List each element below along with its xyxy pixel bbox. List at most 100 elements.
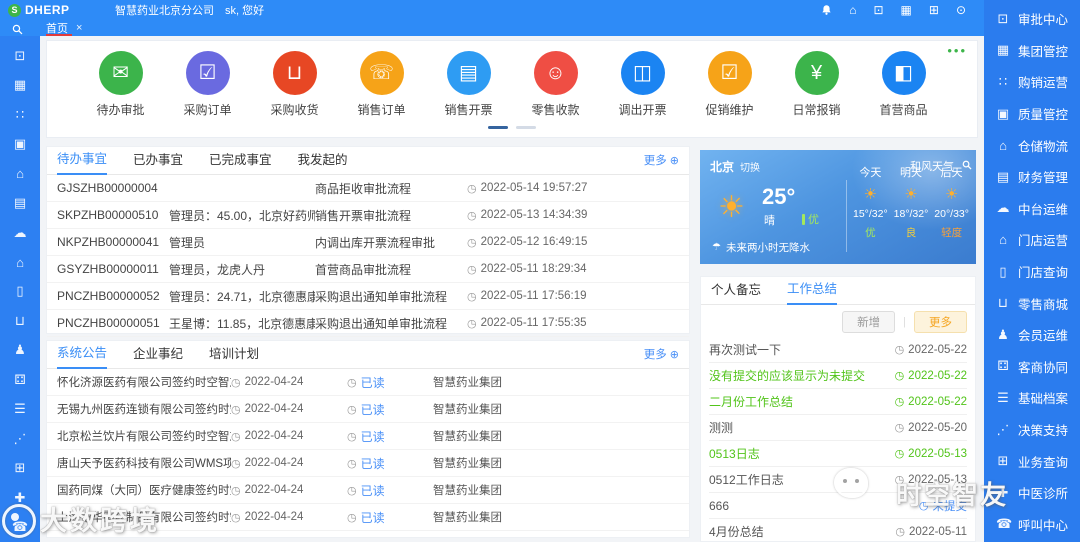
- sidebar-item[interactable]: ▣ 质量管控: [984, 98, 1080, 130]
- table-row[interactable]: PNCZHB00000051 王星博：11.85，北京德惠康医药... 采购退出…: [47, 310, 689, 337]
- more-actions-icon[interactable]: •••: [947, 43, 967, 58]
- list-item[interactable]: 0512工作日志 ◷2022-05-13: [709, 467, 967, 493]
- sidebar-item[interactable]: ✚ 中医诊所: [984, 477, 1080, 509]
- store-icon[interactable]: ⌂: [0, 247, 40, 276]
- home-icon[interactable]: ⌂: [849, 4, 856, 16]
- building-icon[interactable]: ▦: [0, 70, 40, 99]
- quick-action[interactable]: ¥ 日常报销: [782, 51, 852, 118]
- todo-more-link[interactable]: 更多⊕: [644, 152, 679, 168]
- quick-action[interactable]: ☑ 采购订单: [173, 51, 243, 118]
- list-item[interactable]: 4月份总结 ◷2022-05-11: [709, 519, 967, 542]
- sidebar-item[interactable]: ▤ 财务管理: [984, 161, 1080, 193]
- table-row[interactable]: 无锡九州医药连锁有限公司签约时空智友信息 ◷2022-04-24 ◷已读 智慧药…: [47, 396, 689, 423]
- monitor-icon[interactable]: ⊡: [0, 41, 40, 70]
- sidebar-item[interactable]: ⋰ 决策支持: [984, 414, 1080, 446]
- tab-home[interactable]: 首页 ×: [46, 20, 82, 36]
- power-icon[interactable]: ⊙: [956, 4, 966, 16]
- add-button[interactable]: 新增: [842, 311, 895, 333]
- sidebar-item[interactable]: ▦ 集团管控: [984, 35, 1080, 67]
- badge-icon[interactable]: ▣: [0, 129, 40, 158]
- tab-personal-memo[interactable]: 个人备忘: [711, 279, 761, 304]
- quick-action[interactable]: ☺ 零售收款: [521, 51, 591, 118]
- grid-icon[interactable]: ∷: [0, 100, 40, 129]
- organization-icon[interactable]: ▦: [901, 4, 912, 16]
- phone-icon[interactable]: ☎: [0, 513, 40, 542]
- workstation-icon[interactable]: ⊡: [873, 4, 883, 16]
- main-content: ••• ✉ 待办审批 ☑ 采购订单 ⊔ 采购收货: [40, 36, 984, 542]
- list-item[interactable]: 0513日志 ◷2022-05-13: [709, 441, 967, 467]
- table-row[interactable]: 唐山天予医药科技有限公司WMS项目上线成 ◷2022-04-24 ◷已读 智慧药…: [47, 450, 689, 477]
- sidebar-item[interactable]: ⊡ 审批中心: [984, 3, 1080, 35]
- forecast-day: 明天 ☀ 18°/32° 良: [894, 164, 929, 240]
- bell-icon[interactable]: [821, 4, 832, 16]
- table-row[interactable]: GJSZHB00000004 商品拒收审批流程 ◷2022-05-14 19:5…: [47, 175, 689, 202]
- list-item[interactable]: 666 ◷未提交: [709, 493, 967, 519]
- sidebar-item[interactable]: ⊞ 业务查询: [984, 445, 1080, 477]
- cloud-icon[interactable]: ☁: [0, 218, 40, 247]
- chart-icon[interactable]: ⋰: [0, 424, 40, 453]
- clock-icon: ◷: [231, 484, 241, 497]
- board-icon[interactable]: ⊞: [0, 454, 40, 483]
- tab-completed[interactable]: 已完成事宜: [209, 149, 272, 174]
- sidebar-item[interactable]: ☎ 呼叫中心: [984, 509, 1080, 541]
- quick-action[interactable]: ☏ 销售订单: [347, 51, 417, 118]
- card-icon[interactable]: ▤: [0, 188, 40, 217]
- user-greeting[interactable]: sk, 您好: [225, 2, 264, 18]
- quick-action[interactable]: ✉ 待办审批: [86, 51, 156, 118]
- table-row[interactable]: 上海德华国药制品有限公司签约时空智友信息 ◷2022-04-24 ◷已读 智慧药…: [47, 504, 689, 531]
- sidebar-item[interactable]: ▯ 门店查询: [984, 256, 1080, 288]
- more-button[interactable]: 更多: [914, 311, 967, 333]
- tab-initiated[interactable]: 我发起的: [298, 149, 348, 174]
- tab-work-summary[interactable]: 工作总结: [787, 278, 837, 305]
- sidebar-item[interactable]: ∷ 购销运营: [984, 66, 1080, 98]
- quick-action[interactable]: ⊔ 采购收货: [260, 51, 330, 118]
- pager-dash-active[interactable]: [488, 126, 508, 129]
- medkit-icon[interactable]: ✚: [0, 483, 40, 512]
- pager-dash[interactable]: [516, 126, 536, 129]
- sidebar-item[interactable]: ♟ 会员运维: [984, 319, 1080, 351]
- sliders-icon[interactable]: ☰: [0, 395, 40, 424]
- notice-more-link[interactable]: 更多⊕: [644, 346, 679, 362]
- apps-grid-icon[interactable]: ⊞: [929, 4, 939, 16]
- sidebar-item[interactable]: ⚃ 客商协同: [984, 351, 1080, 383]
- quick-action[interactable]: ☑ 促销维护: [695, 51, 765, 118]
- sidebar-item[interactable]: ⌂ 仓储物流: [984, 129, 1080, 161]
- list-item[interactable]: 二月份工作总结 ◷2022-05-22: [709, 389, 967, 415]
- sidebar-item[interactable]: ⌂ 门店运营: [984, 224, 1080, 256]
- city-switch-link[interactable]: 切换: [740, 159, 760, 174]
- clipboard-icon[interactable]: ▯: [0, 277, 40, 306]
- company-name: 智慧药业北京分公司: [115, 2, 214, 18]
- sidebar-item[interactable]: ☁ 中台运维: [984, 193, 1080, 225]
- list-item[interactable]: 再次测试一下 ◷2022-05-22: [709, 337, 967, 363]
- notice-date: ◷2022-04-24: [231, 376, 347, 389]
- org-icon: ⚃: [996, 358, 1010, 374]
- list-item[interactable]: 测测 ◷2022-05-20: [709, 415, 967, 441]
- tab-announcements[interactable]: 系统公告: [57, 342, 107, 369]
- close-icon[interactable]: ×: [76, 22, 82, 34]
- org-icon[interactable]: ⚃: [0, 365, 40, 394]
- table-row[interactable]: PNCZHB00000052 管理员：24.71，北京德惠康医药... 采购退出…: [47, 283, 689, 310]
- table-row[interactable]: NKPZHB00000041 管理员 内调出库开票流程审批 ◷2022-05-1…: [47, 229, 689, 256]
- home-icon[interactable]: ⌂: [0, 159, 40, 188]
- search-icon[interactable]: [12, 22, 23, 40]
- member-icon[interactable]: ♟: [0, 336, 40, 365]
- sun-icon: ☀: [945, 185, 958, 203]
- sidebar-item[interactable]: ☰ 基础档案: [984, 382, 1080, 414]
- list-item[interactable]: 没有提交的应该显示为未提交 ◷2022-05-22: [709, 363, 967, 389]
- tab-training-plan[interactable]: 培训计划: [209, 343, 259, 368]
- table-row[interactable]: GSYZHB00000011 管理员，龙虎人丹 首营商品审批流程 ◷2022-0…: [47, 256, 689, 283]
- tab-company-events[interactable]: 企业事纪: [133, 343, 183, 368]
- quick-action[interactable]: ◫ 调出开票: [608, 51, 678, 118]
- cart-icon[interactable]: ⊔: [0, 306, 40, 335]
- tab-todo[interactable]: 待办事宜: [57, 148, 107, 175]
- quick-action-label: 销售开票: [444, 101, 492, 118]
- table-row[interactable]: 怀化济源医药有限公司签约时空智友信息化系 ◷2022-04-24 ◷已读 智慧药…: [47, 369, 689, 396]
- table-row[interactable]: SKPZHB00000510 管理员：45.00，北京好药师药店... 销售开票…: [47, 202, 689, 229]
- quick-action[interactable]: ◧ 首营商品: [869, 51, 939, 118]
- sidebar-item-label: 会员运维: [1018, 325, 1068, 344]
- table-row[interactable]: 北京松兰饮片有限公司签约时空智友信息化系 ◷2022-04-24 ◷已读 智慧药…: [47, 423, 689, 450]
- tab-done[interactable]: 已办事宜: [133, 149, 183, 174]
- quick-action[interactable]: ▤ 销售开票: [434, 51, 504, 118]
- sidebar-item[interactable]: ⊔ 零售商城: [984, 287, 1080, 319]
- table-row[interactable]: 国药同煤（大同）医疗健康签约时空智友信息 ◷2022-04-24 ◷已读 智慧药…: [47, 477, 689, 504]
